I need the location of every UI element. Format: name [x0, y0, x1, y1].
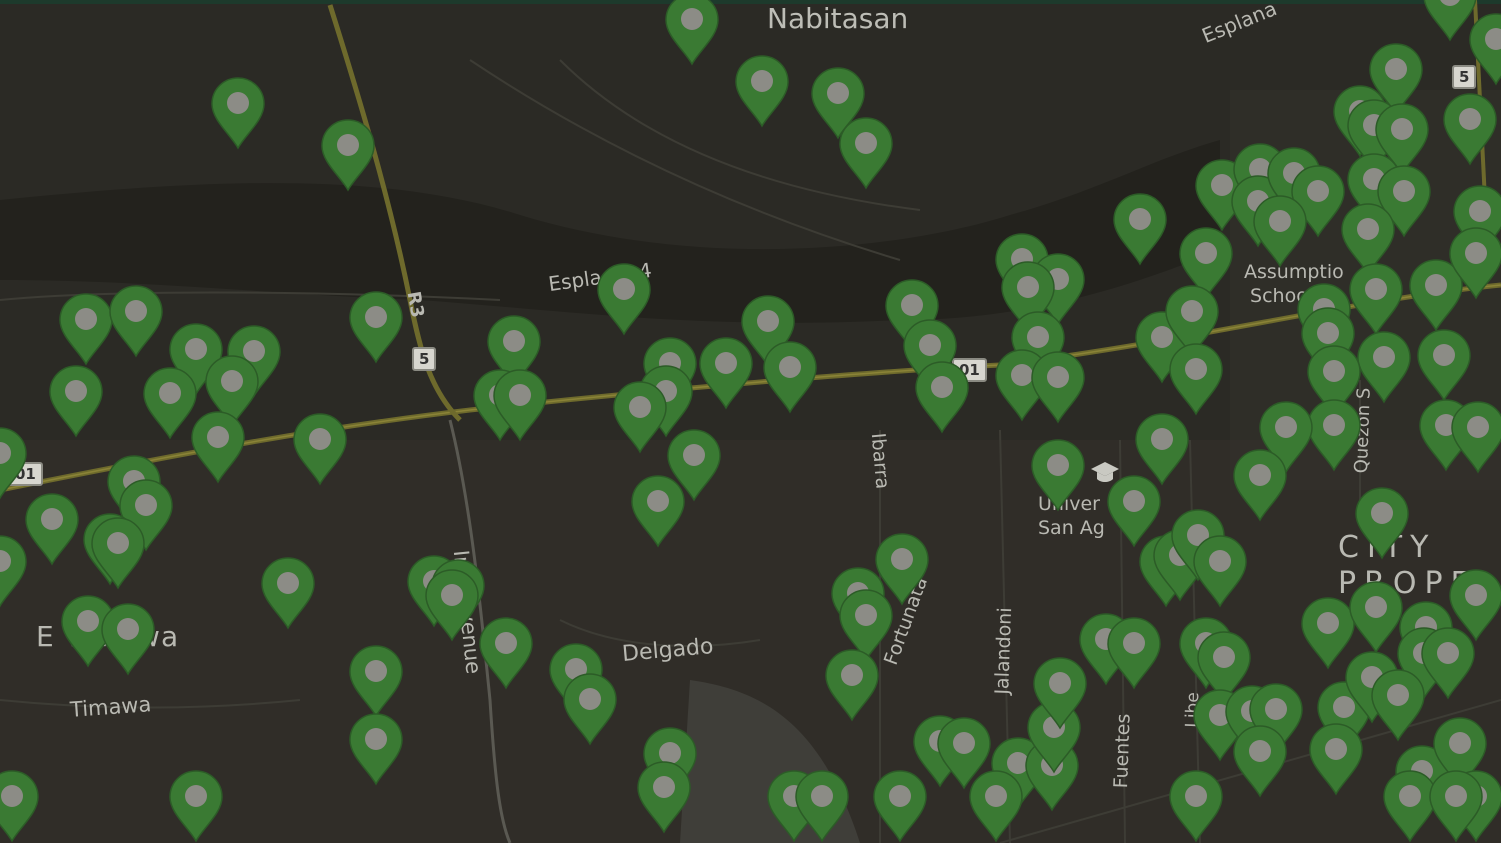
map-marker-pin[interactable]: [320, 118, 376, 192]
map-marker-pin[interactable]: [108, 284, 164, 358]
map-marker-pin[interactable]: [24, 492, 80, 566]
map-marker-pin[interactable]: [1468, 12, 1501, 86]
map-marker-pin[interactable]: [1448, 568, 1501, 642]
map-marker-pin[interactable]: [596, 262, 652, 336]
map-marker-pin[interactable]: [1416, 328, 1472, 402]
map-marker-pin[interactable]: [968, 769, 1024, 843]
map-marker-pin[interactable]: [168, 769, 224, 843]
map-marker-pin[interactable]: [424, 568, 480, 642]
map-marker-pin[interactable]: [734, 54, 790, 128]
map-marker-pin[interactable]: [348, 290, 404, 364]
map-marker-pin[interactable]: [1168, 342, 1224, 416]
map-marker-pin[interactable]: [1232, 448, 1288, 522]
map-marker-pin[interactable]: [1030, 350, 1086, 424]
map-marker-pin[interactable]: [1370, 668, 1426, 742]
street-label-fuentes: Fuentes: [1110, 713, 1135, 789]
map-marker-pin[interactable]: [0, 769, 40, 843]
map-marker-pin[interactable]: [0, 426, 28, 500]
map-marker-pin[interactable]: [292, 412, 348, 486]
map-marker-pin[interactable]: [90, 516, 146, 590]
map-marker-pin[interactable]: [1354, 486, 1410, 560]
map-marker-pin[interactable]: [1306, 398, 1362, 472]
map-marker-pin[interactable]: [1168, 769, 1224, 843]
map-view[interactable]: Nabitasan Espla de 4 Esplana Ibarra Delg…: [0, 0, 1501, 843]
map-marker-pin[interactable]: [58, 292, 114, 366]
map-marker-pin[interactable]: [100, 602, 156, 676]
map-marker-pin[interactable]: [1442, 92, 1498, 166]
map-marker-pin[interactable]: [260, 556, 316, 630]
map-marker-pin[interactable]: [636, 760, 692, 834]
map-marker-pin[interactable]: [1030, 438, 1086, 512]
map-marker-pin[interactable]: [562, 672, 618, 746]
map-marker-pin[interactable]: [1356, 330, 1412, 404]
map-marker-pin[interactable]: [190, 410, 246, 484]
map-marker-pin[interactable]: [1232, 724, 1288, 798]
map-marker-pin[interactable]: [492, 368, 548, 442]
map-marker-pin[interactable]: [1448, 226, 1501, 300]
road-label-r3: R3: [402, 289, 428, 320]
map-marker-pin[interactable]: [664, 0, 720, 66]
map-marker-pin[interactable]: [48, 364, 104, 438]
map-marker-pin[interactable]: [1252, 194, 1308, 268]
map-marker-pin[interactable]: [348, 712, 404, 786]
map-marker-pin[interactable]: [612, 380, 668, 454]
map-marker-pin[interactable]: [1308, 722, 1364, 796]
map-marker-pin[interactable]: [914, 360, 970, 434]
route-shield-5: 5: [412, 347, 437, 371]
map-marker-pin[interactable]: [762, 340, 818, 414]
street-label-jalandoni: Jalandoni: [991, 607, 1017, 695]
map-marker-pin[interactable]: [1450, 400, 1501, 474]
map-marker-pin[interactable]: [1348, 262, 1404, 336]
map-marker-pin[interactable]: [1106, 616, 1162, 690]
map-marker-pin[interactable]: [348, 644, 404, 718]
place-label-nabitasan: Nabitasan: [767, 2, 909, 35]
map-marker-pin[interactable]: [630, 474, 686, 548]
map-marker-pin[interactable]: [1112, 192, 1168, 266]
map-marker-pin[interactable]: [794, 769, 850, 843]
map-marker-pin[interactable]: [838, 116, 894, 190]
map-marker-pin[interactable]: [210, 76, 266, 150]
map-marker-pin[interactable]: [1428, 769, 1484, 843]
map-marker-pin[interactable]: [1192, 534, 1248, 608]
map-marker-pin[interactable]: [478, 616, 534, 690]
map-marker-pin[interactable]: [824, 648, 880, 722]
